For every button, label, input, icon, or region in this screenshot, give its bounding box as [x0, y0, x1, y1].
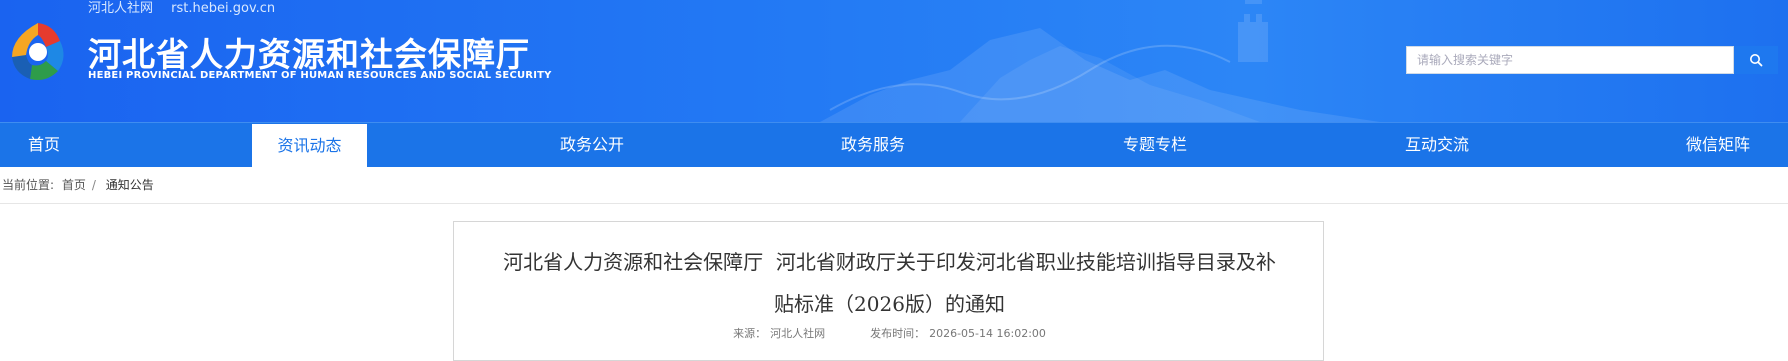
search-input[interactable]: 请输入搜索关键字: [1406, 46, 1734, 74]
article-source: 河北人社网: [770, 327, 826, 340]
article-meta: 来源： 河北人社网 发布时间： 2026-05-14 16:02:00: [454, 325, 1325, 341]
nav-item-gov-services[interactable]: 政务服务: [841, 123, 905, 167]
breadcrumb: 当前位置: 首页 / 通知公告: [2, 176, 158, 193]
nav-item-wechat-matrix[interactable]: 微信矩阵: [1686, 123, 1750, 167]
pentagon-petal-logo-icon[interactable]: [2, 17, 74, 87]
article-title-line-2: 贴标准（2026版）的通知: [774, 292, 1005, 316]
site-title-en: HEBEI PROVINCIAL DEPARTMENT OF HUMAN RES…: [88, 70, 552, 81]
date-label: 发布时间：: [870, 327, 926, 340]
nav-item-interaction[interactable]: 互动交流: [1405, 123, 1469, 167]
breadcrumb-separator: /: [91, 178, 96, 192]
search-icon: [1750, 54, 1763, 67]
header-banner: 河北人社网 rst.hebei.gov.cn 河北省人力资源和社会保障厅 HEB…: [0, 0, 1788, 122]
search-button[interactable]: [1734, 46, 1778, 74]
breadcrumb-divider: [0, 203, 1788, 204]
breadcrumb-current[interactable]: 通知公告: [106, 178, 154, 192]
article-panel: 河北省人力资源和社会保障厅 河北省财政厅关于印发河北省职业技能培训指导目录及补 …: [453, 221, 1324, 361]
article-title: 河北省人力资源和社会保障厅 河北省财政厅关于印发河北省职业技能培训指导目录及补 …: [454, 241, 1325, 325]
nav-item-gov-affairs-open[interactable]: 政务公开: [560, 123, 624, 167]
site-tag-name: 河北人社网: [88, 1, 154, 16]
nav-item-home[interactable]: 首页: [28, 123, 60, 167]
site-title-cn: 河北省人力资源和社会保障厅: [88, 35, 530, 74]
nav-item-special-topics[interactable]: 专题专栏: [1123, 123, 1187, 167]
breadcrumb-home-link[interactable]: 首页: [62, 178, 86, 192]
article-date: 2026-05-14 16:02:00: [929, 327, 1046, 340]
site-tagline: 河北人社网 rst.hebei.gov.cn: [88, 0, 289, 16]
source-label: 来源：: [733, 327, 767, 340]
search-placeholder: 请输入搜索关键字: [1417, 53, 1514, 67]
main-nav: 首页 资讯动态 政务公开 政务服务 专题专栏 互动交流 微信矩阵: [0, 122, 1788, 167]
breadcrumb-prefix: 当前位置:: [2, 178, 55, 192]
article-title-line-1: 河北省人力资源和社会保障厅 河北省财政厅关于印发河北省职业技能培训指导目录及补: [503, 250, 1276, 274]
nav-item-news[interactable]: 资讯动态: [252, 124, 367, 167]
site-tag-domain: rst.hebei.gov.cn: [171, 1, 276, 16]
